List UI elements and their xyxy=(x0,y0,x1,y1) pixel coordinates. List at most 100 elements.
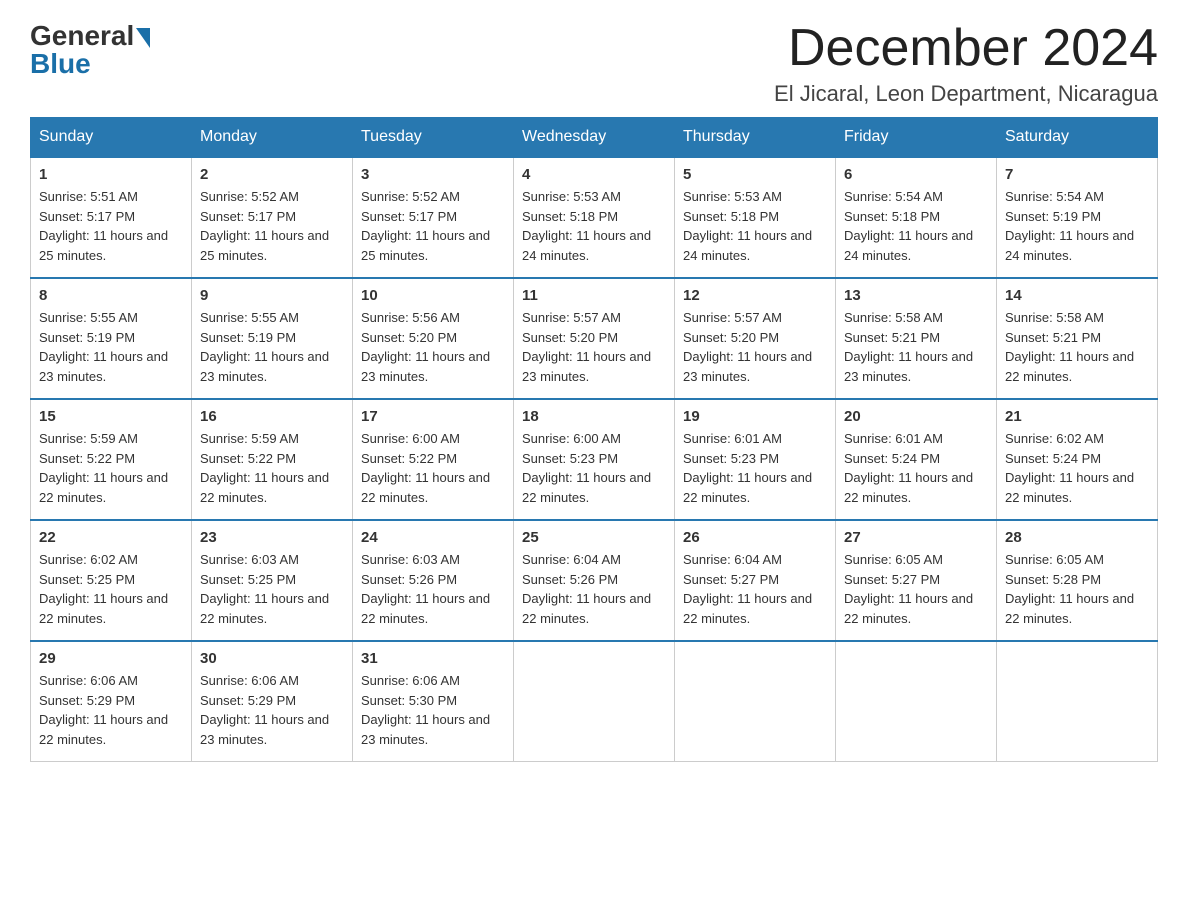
day-info: Sunrise: 5:57 AMSunset: 5:20 PMDaylight:… xyxy=(683,308,827,386)
calendar-cell: 2Sunrise: 5:52 AMSunset: 5:17 PMDaylight… xyxy=(192,157,353,278)
header-right: December 2024 El Jicaral, Leon Departmen… xyxy=(774,20,1158,107)
day-number: 6 xyxy=(844,166,988,183)
day-number: 4 xyxy=(522,166,666,183)
calendar-week-row: 1 Sunrise: 5:51 AMSunset: 5:17 PMDaylight… xyxy=(31,157,1158,278)
calendar-cell: 6Sunrise: 5:54 AMSunset: 5:18 PMDaylight… xyxy=(836,157,997,278)
day-info: Sunrise: 6:04 AMSunset: 5:26 PMDaylight:… xyxy=(522,550,666,628)
day-info: Sunrise: 5:55 AMSunset: 5:19 PMDaylight:… xyxy=(200,308,344,386)
logo: General Blue xyxy=(30,20,152,80)
day-number: 30 xyxy=(200,650,344,667)
calendar-cell: 5 Sunrise: 5:53 AMSunset: 5:18 PMDaylight… xyxy=(675,157,836,278)
day-number: 19 xyxy=(683,408,827,425)
day-number: 11 xyxy=(522,287,666,304)
day-info: Sunrise: 6:06 AMSunset: 5:29 PMDaylight:… xyxy=(200,671,344,749)
day-info: Sunrise: 5:52 AMSunset: 5:17 PMDaylight:… xyxy=(361,187,505,265)
day-info: Sunrise: 5:53 AMSunset: 5:18 PMDaylight:… xyxy=(683,187,827,265)
calendar-header-tuesday: Tuesday xyxy=(353,118,514,158)
calendar-cell xyxy=(675,641,836,762)
calendar-week-row: 15 Sunrise: 5:59 AMSunset: 5:22 PMDayligh… xyxy=(31,399,1158,520)
day-info: Sunrise: 5:58 AMSunset: 5:21 PMDaylight:… xyxy=(844,308,988,386)
calendar-cell: 22 Sunrise: 6:02 AMSunset: 5:25 PMDayligh… xyxy=(31,520,192,641)
day-number: 12 xyxy=(683,287,827,304)
day-number: 16 xyxy=(200,408,344,425)
calendar-cell: 16 Sunrise: 5:59 AMSunset: 5:22 PMDayligh… xyxy=(192,399,353,520)
calendar-cell: 10 Sunrise: 5:56 AMSunset: 5:20 PMDayligh… xyxy=(353,278,514,399)
day-number: 3 xyxy=(361,166,505,183)
day-info: Sunrise: 6:02 AMSunset: 5:25 PMDaylight:… xyxy=(39,550,183,628)
calendar-header-wednesday: Wednesday xyxy=(514,118,675,158)
day-number: 13 xyxy=(844,287,988,304)
calendar-cell: 20Sunrise: 6:01 AMSunset: 5:24 PMDayligh… xyxy=(836,399,997,520)
day-info: Sunrise: 5:58 AMSunset: 5:21 PMDaylight:… xyxy=(1005,308,1149,386)
day-info: Sunrise: 5:59 AMSunset: 5:22 PMDaylight:… xyxy=(200,429,344,507)
day-info: Sunrise: 6:06 AMSunset: 5:30 PMDaylight:… xyxy=(361,671,505,749)
calendar-cell: 13 Sunrise: 5:58 AMSunset: 5:21 PMDayligh… xyxy=(836,278,997,399)
day-number: 22 xyxy=(39,529,183,546)
calendar-cell xyxy=(514,641,675,762)
day-info: Sunrise: 6:00 AMSunset: 5:22 PMDaylight:… xyxy=(361,429,505,507)
day-number: 10 xyxy=(361,287,505,304)
calendar-week-row: 8 Sunrise: 5:55 AMSunset: 5:19 PMDaylight… xyxy=(31,278,1158,399)
calendar-cell xyxy=(997,641,1158,762)
day-info: Sunrise: 6:00 AMSunset: 5:23 PMDaylight:… xyxy=(522,429,666,507)
calendar-cell: 17 Sunrise: 6:00 AMSunset: 5:22 PMDayligh… xyxy=(353,399,514,520)
calendar-header-sunday: Sunday xyxy=(31,118,192,158)
calendar-header-friday: Friday xyxy=(836,118,997,158)
day-number: 24 xyxy=(361,529,505,546)
calendar-cell xyxy=(836,641,997,762)
calendar-week-row: 29 Sunrise: 6:06 AMSunset: 5:29 PMDayligh… xyxy=(31,641,1158,762)
day-number: 7 xyxy=(1005,166,1149,183)
day-info: Sunrise: 5:53 AMSunset: 5:18 PMDaylight:… xyxy=(522,187,666,265)
day-number: 28 xyxy=(1005,529,1149,546)
page-header: General Blue December 2024 El Jicaral, L… xyxy=(30,20,1158,107)
day-info: Sunrise: 6:03 AMSunset: 5:25 PMDaylight:… xyxy=(200,550,344,628)
day-info: Sunrise: 5:55 AMSunset: 5:19 PMDaylight:… xyxy=(39,308,183,386)
calendar-cell: 23Sunrise: 6:03 AMSunset: 5:25 PMDayligh… xyxy=(192,520,353,641)
day-number: 29 xyxy=(39,650,183,667)
day-info: Sunrise: 6:02 AMSunset: 5:24 PMDaylight:… xyxy=(1005,429,1149,507)
day-number: 25 xyxy=(522,529,666,546)
calendar-cell: 9Sunrise: 5:55 AMSunset: 5:19 PMDaylight… xyxy=(192,278,353,399)
day-info: Sunrise: 6:01 AMSunset: 5:24 PMDaylight:… xyxy=(844,429,988,507)
day-number: 27 xyxy=(844,529,988,546)
calendar-cell: 25 Sunrise: 6:04 AMSunset: 5:26 PMDayligh… xyxy=(514,520,675,641)
calendar-cell: 27 Sunrise: 6:05 AMSunset: 5:27 PMDayligh… xyxy=(836,520,997,641)
calendar-cell: 12 Sunrise: 5:57 AMSunset: 5:20 PMDayligh… xyxy=(675,278,836,399)
month-title: December 2024 xyxy=(774,20,1158,77)
day-number: 17 xyxy=(361,408,505,425)
calendar-cell: 21Sunrise: 6:02 AMSunset: 5:24 PMDayligh… xyxy=(997,399,1158,520)
day-info: Sunrise: 6:03 AMSunset: 5:26 PMDaylight:… xyxy=(361,550,505,628)
calendar-cell: 26 Sunrise: 6:04 AMSunset: 5:27 PMDayligh… xyxy=(675,520,836,641)
calendar-table: SundayMondayTuesdayWednesdayThursdayFrid… xyxy=(30,117,1158,762)
day-number: 18 xyxy=(522,408,666,425)
day-info: Sunrise: 6:06 AMSunset: 5:29 PMDaylight:… xyxy=(39,671,183,749)
day-info: Sunrise: 5:59 AMSunset: 5:22 PMDaylight:… xyxy=(39,429,183,507)
calendar-cell: 24 Sunrise: 6:03 AMSunset: 5:26 PMDayligh… xyxy=(353,520,514,641)
day-number: 2 xyxy=(200,166,344,183)
calendar-cell: 1 Sunrise: 5:51 AMSunset: 5:17 PMDaylight… xyxy=(31,157,192,278)
calendar-header-thursday: Thursday xyxy=(675,118,836,158)
day-number: 8 xyxy=(39,287,183,304)
day-info: Sunrise: 6:05 AMSunset: 5:27 PMDaylight:… xyxy=(844,550,988,628)
calendar-cell: 8 Sunrise: 5:55 AMSunset: 5:19 PMDaylight… xyxy=(31,278,192,399)
day-number: 5 xyxy=(683,166,827,183)
day-info: Sunrise: 6:04 AMSunset: 5:27 PMDaylight:… xyxy=(683,550,827,628)
calendar-header-saturday: Saturday xyxy=(997,118,1158,158)
day-number: 1 xyxy=(39,166,183,183)
logo-blue-text: Blue xyxy=(30,48,91,79)
day-number: 26 xyxy=(683,529,827,546)
day-info: Sunrise: 5:51 AMSunset: 5:17 PMDaylight:… xyxy=(39,187,183,265)
calendar-cell: 18 Sunrise: 6:00 AMSunset: 5:23 PMDayligh… xyxy=(514,399,675,520)
calendar-header-row: SundayMondayTuesdayWednesdayThursdayFrid… xyxy=(31,118,1158,158)
calendar-week-row: 22 Sunrise: 6:02 AMSunset: 5:25 PMDayligh… xyxy=(31,520,1158,641)
day-number: 31 xyxy=(361,650,505,667)
calendar-cell: 7 Sunrise: 5:54 AMSunset: 5:19 PMDaylight… xyxy=(997,157,1158,278)
day-info: Sunrise: 5:54 AMSunset: 5:19 PMDaylight:… xyxy=(1005,187,1149,265)
calendar-cell: 19Sunrise: 6:01 AMSunset: 5:23 PMDayligh… xyxy=(675,399,836,520)
day-info: Sunrise: 5:56 AMSunset: 5:20 PMDaylight:… xyxy=(361,308,505,386)
day-info: Sunrise: 5:57 AMSunset: 5:20 PMDaylight:… xyxy=(522,308,666,386)
location-subtitle: El Jicaral, Leon Department, Nicaragua xyxy=(774,81,1158,107)
day-number: 14 xyxy=(1005,287,1149,304)
day-number: 15 xyxy=(39,408,183,425)
calendar-cell: 14 Sunrise: 5:58 AMSunset: 5:21 PMDayligh… xyxy=(997,278,1158,399)
